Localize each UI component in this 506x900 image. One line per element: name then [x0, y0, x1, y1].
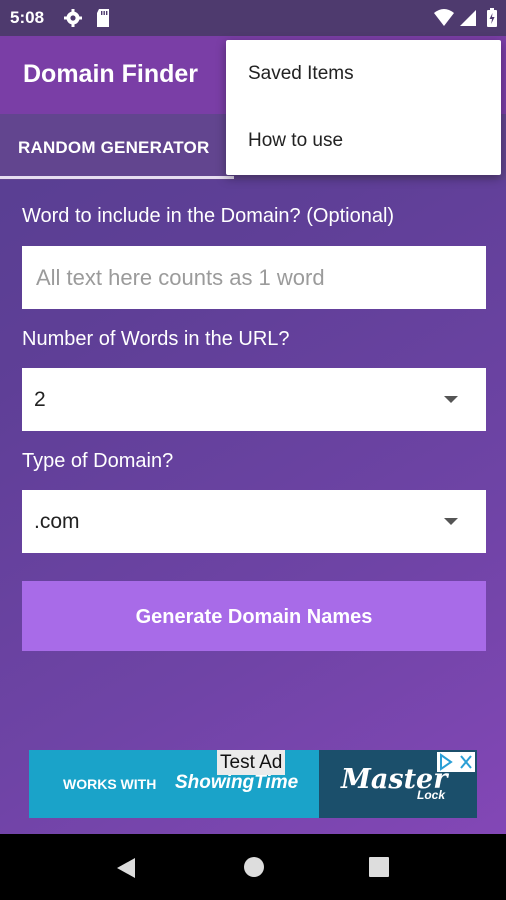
- back-icon[interactable]: [115, 856, 137, 885]
- tab-indicator: [0, 176, 234, 179]
- domain-type-select[interactable]: .com: [22, 490, 486, 553]
- menu-item-saved-items[interactable]: Saved Items: [226, 42, 501, 106]
- overflow-menu: Saved Items How to use: [226, 40, 501, 175]
- generate-domain-names-button[interactable]: Generate Domain Names: [22, 581, 486, 651]
- status-time: 5:08: [10, 8, 45, 27]
- num-words-value: 2: [34, 388, 46, 411]
- app-title: Domain Finder: [23, 60, 199, 88]
- signal-icon: [459, 8, 477, 33]
- ad-choices-icon[interactable]: [437, 752, 475, 772]
- gear-icon: [63, 8, 83, 33]
- sd-card-icon: [95, 8, 111, 33]
- tab-random-generator[interactable]: RANDOM GENERATOR: [18, 138, 209, 158]
- ad-works-with: WORKS WITH: [63, 776, 157, 792]
- menu-item-how-to-use[interactable]: How to use: [226, 109, 501, 173]
- num-words-label: Number of Words in the URL?: [22, 328, 290, 350]
- dropdown-arrow-icon: [444, 518, 458, 525]
- domain-type-value: .com: [34, 510, 80, 533]
- dropdown-arrow-icon: [444, 396, 458, 403]
- wifi-icon: [433, 8, 455, 33]
- recents-icon[interactable]: [369, 857, 389, 882]
- num-words-select[interactable]: 2: [22, 368, 486, 431]
- navigation-bar: [0, 834, 506, 900]
- ad-lock-logo: Lock: [417, 788, 446, 802]
- word-include-input[interactable]: [22, 246, 486, 309]
- word-include-label: Word to include in the Domain? (Optional…: [22, 205, 395, 227]
- app-screen: 5:08 Domain Finder RANDOM GENERATOR Word…: [0, 0, 506, 834]
- domain-type-label: Type of Domain?: [22, 450, 174, 472]
- home-icon[interactable]: [243, 856, 265, 883]
- word-include-field[interactable]: [22, 246, 486, 309]
- battery-icon: [486, 8, 498, 33]
- ad-showingtime-logo: ShowingTime: [175, 772, 299, 793]
- ad-test-badge: Test Ad: [217, 750, 286, 775]
- status-bar: 5:08: [0, 0, 506, 36]
